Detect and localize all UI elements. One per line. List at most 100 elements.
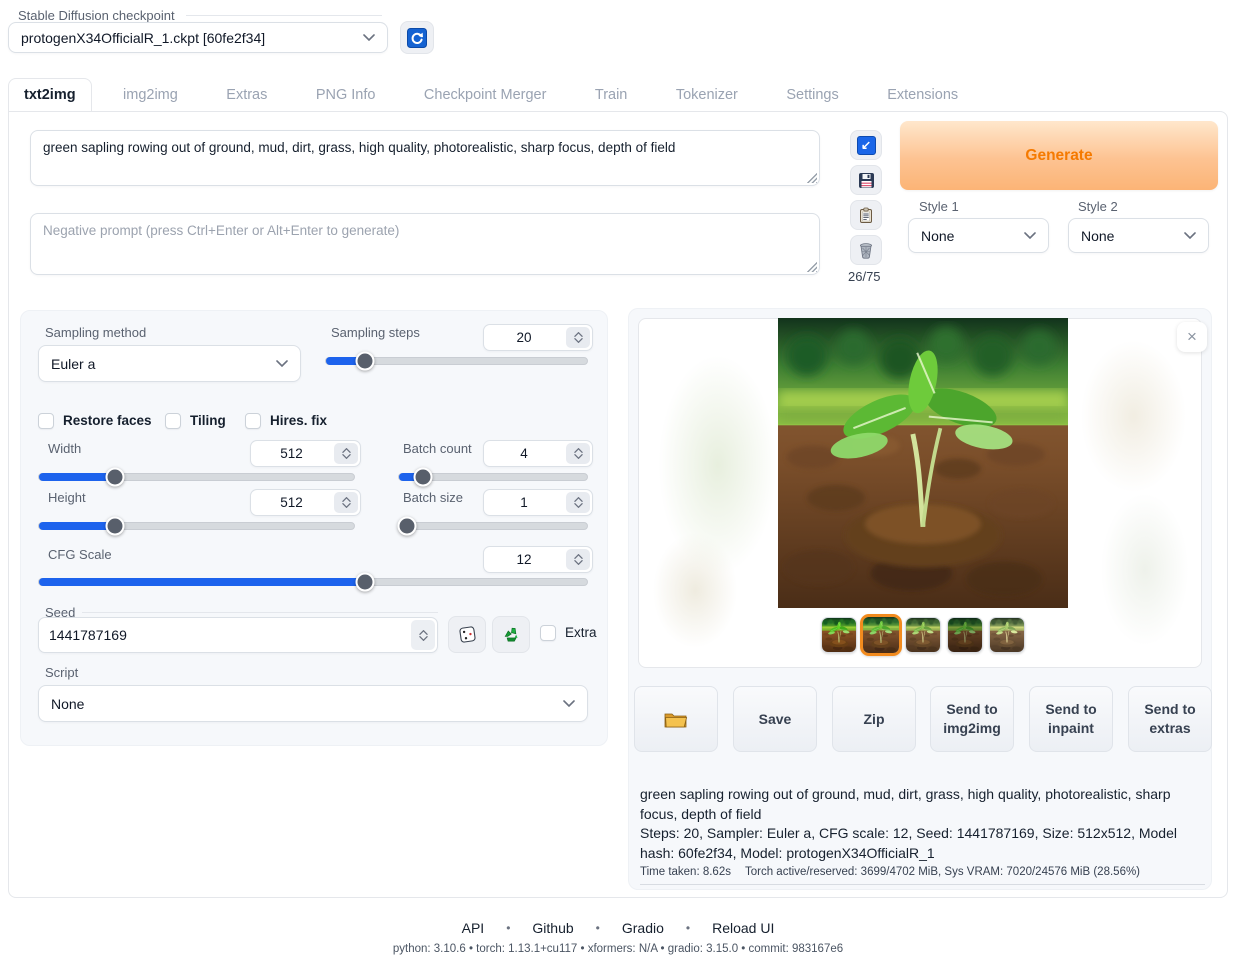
spinner-icon[interactable] xyxy=(566,443,590,464)
spinner-icon[interactable] xyxy=(334,492,358,513)
apply-style-button[interactable] xyxy=(850,200,882,230)
tab-train[interactable]: Train xyxy=(580,79,643,111)
batch-size-label: Batch size xyxy=(403,490,463,505)
tab-bar: txt2img img2img Extras PNG Info Checkpoi… xyxy=(8,78,1228,112)
spinner-icon[interactable] xyxy=(334,443,358,464)
gallery-thumbnail[interactable] xyxy=(821,617,857,653)
sampling-steps-value[interactable] xyxy=(484,330,564,345)
send-to-inpaint-button[interactable]: Send to inpaint xyxy=(1029,686,1113,752)
negative-prompt-input[interactable] xyxy=(30,213,820,275)
extra-seed-checkbox[interactable] xyxy=(540,625,556,641)
cfg-scale-input[interactable] xyxy=(483,546,593,573)
footer-links: API • Github • Gradio • Reload UI xyxy=(0,920,1236,936)
arrow-down-left-icon: ↙ xyxy=(857,136,876,155)
sampling-steps-input[interactable] xyxy=(483,324,593,351)
gallery-thumbnail[interactable] xyxy=(947,617,983,653)
width-input[interactable] xyxy=(250,440,361,467)
checkpoint-value: protogenX34OfficialR_1.ckpt [60fe2f34] xyxy=(21,30,355,46)
height-slider[interactable] xyxy=(38,522,355,530)
open-folder-button[interactable] xyxy=(634,686,718,752)
batch-count-slider[interactable] xyxy=(398,473,588,481)
tab-checkpoint-merger[interactable]: Checkpoint Merger xyxy=(409,79,562,111)
chevron-down-icon xyxy=(276,360,288,367)
checkpoint-select[interactable]: protogenX34OfficialR_1.ckpt [60fe2f34] xyxy=(8,22,388,53)
output-stats-row: Time taken: 8.62s Torch active/reserved:… xyxy=(640,866,1205,878)
gallery-thumbnail-selected[interactable] xyxy=(860,614,902,656)
sampling-method-select[interactable]: Euler a xyxy=(38,345,301,382)
checkpoint-label: Stable Diffusion checkpoint xyxy=(18,8,175,23)
slider-knob[interactable] xyxy=(105,468,124,487)
slider-knob[interactable] xyxy=(397,517,416,536)
width-value[interactable] xyxy=(251,446,332,461)
save-style-button[interactable] xyxy=(850,165,882,195)
spinner-icon[interactable] xyxy=(566,549,590,570)
footer-link-gradio[interactable]: Gradio xyxy=(622,920,664,936)
batch-size-value[interactable] xyxy=(484,495,564,510)
script-select[interactable]: None xyxy=(38,685,588,722)
tiling-checkbox[interactable] xyxy=(165,413,181,429)
trash-icon xyxy=(858,242,874,259)
cfg-scale-slider[interactable] xyxy=(38,578,588,586)
prompt-input[interactable]: green sapling rowing out of ground, mud,… xyxy=(30,130,820,186)
batch-size-slider[interactable] xyxy=(398,522,588,530)
slider-knob[interactable] xyxy=(105,517,124,536)
tab-png-info[interactable]: PNG Info xyxy=(301,79,391,111)
vram-text: Torch active/reserved: 3699/4702 MiB, Sy… xyxy=(745,866,1140,878)
gallery-thumbnail[interactable] xyxy=(905,617,941,653)
footer-link-github[interactable]: Github xyxy=(532,920,573,936)
tab-tokenizer[interactable]: Tokenizer xyxy=(661,79,753,111)
chevron-down-icon xyxy=(1184,232,1196,239)
hires-fix-checkbox[interactable] xyxy=(245,413,261,429)
random-seed-button[interactable] xyxy=(448,616,486,653)
batch-size-input[interactable] xyxy=(483,489,593,516)
save-button[interactable]: Save xyxy=(733,686,817,752)
sampling-steps-slider[interactable] xyxy=(325,357,588,365)
slider-knob[interactable] xyxy=(356,573,375,592)
footer-link-reload-ui[interactable]: Reload UI xyxy=(712,920,774,936)
chevron-down-icon xyxy=(1024,232,1036,239)
spinner-icon[interactable] xyxy=(566,327,590,348)
batch-count-input[interactable] xyxy=(483,440,593,467)
generate-button[interactable]: Generate xyxy=(900,121,1218,190)
seed-value[interactable] xyxy=(39,627,409,643)
reuse-seed-button[interactable] xyxy=(492,616,530,653)
batch-count-value[interactable] xyxy=(484,446,564,461)
refresh-icon xyxy=(407,28,427,48)
style1-label: Style 1 xyxy=(919,199,959,214)
hires-fix-label: Hires. fix xyxy=(270,413,327,428)
close-icon[interactable]: × xyxy=(1177,322,1207,352)
tab-extensions[interactable]: Extensions xyxy=(872,79,973,111)
generated-image[interactable] xyxy=(778,318,1068,608)
tab-settings[interactable]: Settings xyxy=(771,79,853,111)
restore-faces-checkbox[interactable] xyxy=(38,413,54,429)
send-to-extras-button[interactable]: Send to extras xyxy=(1128,686,1212,752)
tab-txt2img[interactable]: txt2img xyxy=(8,78,92,111)
clipboard-icon xyxy=(858,207,874,224)
cfg-scale-value[interactable] xyxy=(484,552,564,567)
height-value[interactable] xyxy=(251,495,332,510)
tab-extras[interactable]: Extras xyxy=(211,79,282,111)
footer-link-api[interactable]: API xyxy=(462,920,485,936)
style2-label: Style 2 xyxy=(1078,199,1118,214)
style1-select[interactable]: None xyxy=(908,218,1049,253)
stable-diffusion-webui: Stable Diffusion checkpoint protogenX34O… xyxy=(0,0,1236,966)
width-label: Width xyxy=(48,441,81,456)
batch-count-label: Batch count xyxy=(403,441,472,456)
spinner-icon[interactable] xyxy=(566,492,590,513)
width-slider[interactable] xyxy=(38,473,355,481)
footer-separator: • xyxy=(686,921,690,935)
spinner-icon[interactable] xyxy=(411,620,435,650)
send-to-img2img-button[interactable]: Send to img2img xyxy=(930,686,1014,752)
slider-knob[interactable] xyxy=(414,468,433,487)
height-input[interactable] xyxy=(250,489,361,516)
tab-img2img[interactable]: img2img xyxy=(108,79,193,111)
slider-knob[interactable] xyxy=(356,352,375,371)
clear-prompt-button[interactable] xyxy=(850,235,882,265)
gallery-thumbnail[interactable] xyxy=(989,617,1025,653)
seed-input[interactable] xyxy=(38,617,438,653)
refresh-checkpoint-button[interactable] xyxy=(400,21,434,54)
style2-select[interactable]: None xyxy=(1068,218,1209,253)
paste-generation-params-button[interactable]: ↙ xyxy=(850,130,882,160)
time-taken-text: Time taken: 8.62s xyxy=(640,866,731,878)
zip-button[interactable]: Zip xyxy=(832,686,916,752)
